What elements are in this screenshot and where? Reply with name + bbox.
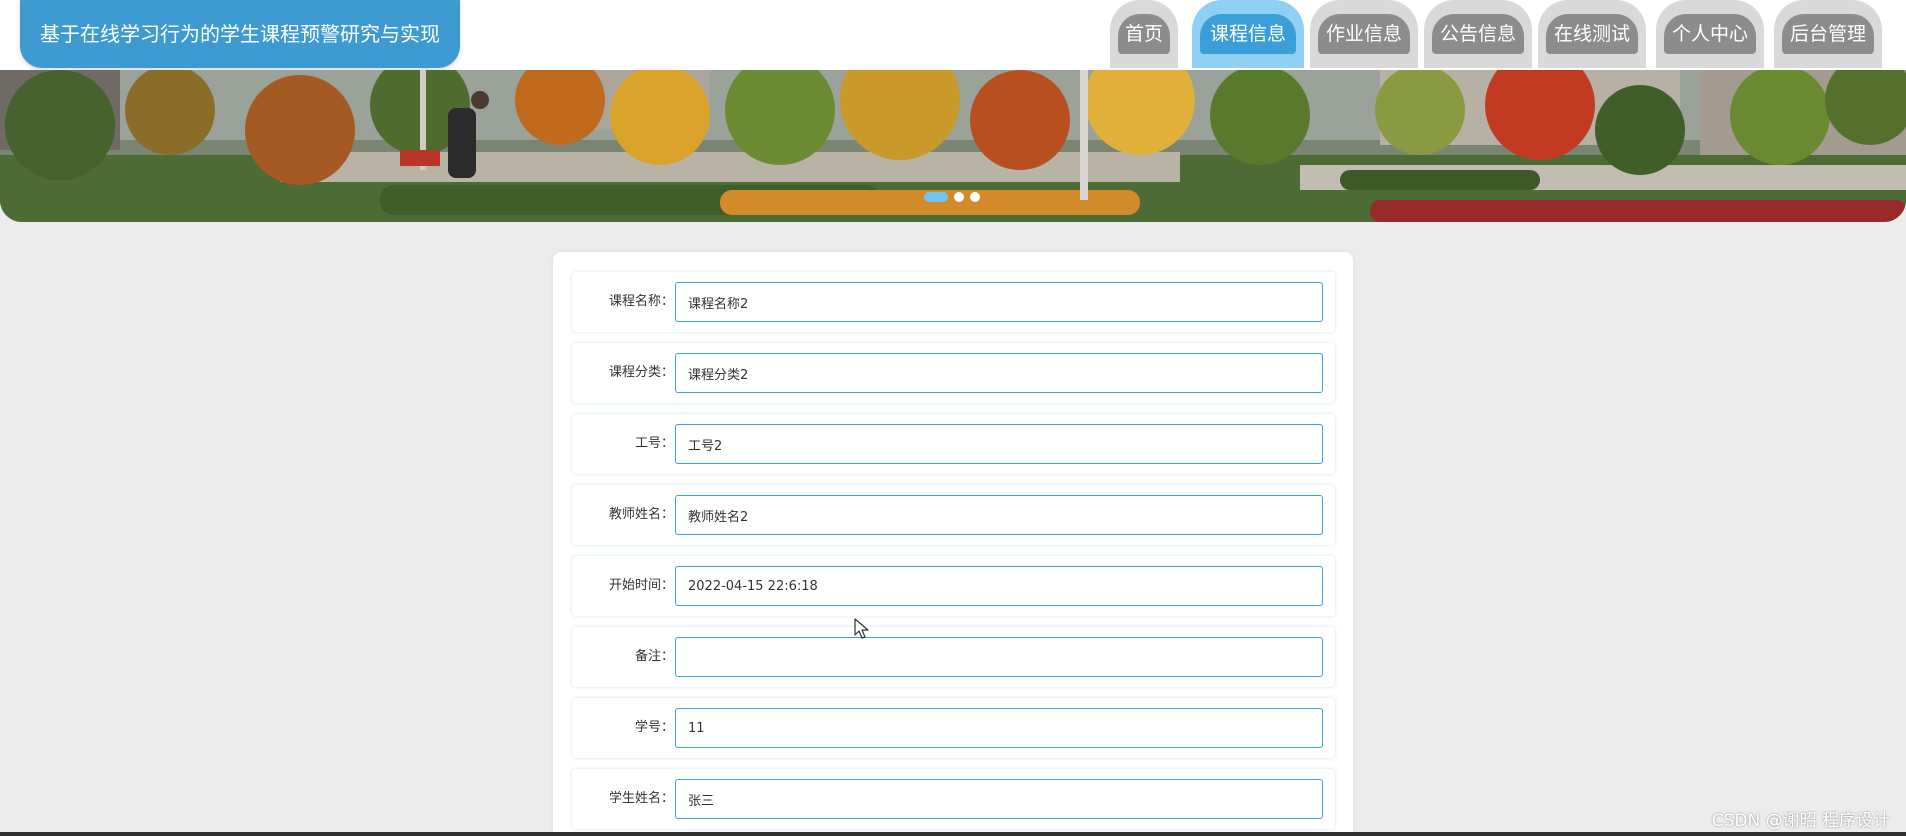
nav-tab-label: 在线测试 xyxy=(1546,14,1638,54)
form-row-course-category: 课程分类： xyxy=(572,343,1335,403)
nav-tab-label: 公告信息 xyxy=(1432,14,1524,54)
form-row-remarks: 备注： xyxy=(572,627,1335,687)
course-category-label: 课程分类： xyxy=(608,365,674,380)
teacher-name-input[interactable] xyxy=(675,495,1323,535)
nav-tab-admin[interactable]: 后台管理 xyxy=(1774,0,1882,68)
page: 基于在线学习行为的学生课程预警研究与实现 首页 课程信息 作业信息 公告信息 在… xyxy=(0,0,1906,836)
nav-tab-personal-center[interactable]: 个人中心 xyxy=(1656,0,1764,68)
form-row-staff-id: 工号： xyxy=(572,414,1335,474)
course-name-input[interactable] xyxy=(675,282,1323,322)
top-header: 基于在线学习行为的学生课程预警研究与实现 首页 课程信息 作业信息 公告信息 在… xyxy=(0,0,1906,70)
form-row-student-id: 学号： xyxy=(572,698,1335,758)
site-title: 基于在线学习行为的学生课程预警研究与实现 xyxy=(20,0,460,68)
nav-tab-home[interactable]: 首页 xyxy=(1110,0,1178,68)
nav-tab-homework-info[interactable]: 作业信息 xyxy=(1310,0,1418,68)
mouse-cursor-icon xyxy=(854,618,869,639)
form-row-start-time: 开始时间： xyxy=(572,556,1335,616)
carousel-dot-2[interactable] xyxy=(954,192,964,202)
nav-tab-online-test[interactable]: 在线测试 xyxy=(1538,0,1646,68)
remarks-label: 备注： xyxy=(634,649,674,664)
form-row-course-name: 课程名称： xyxy=(572,272,1335,332)
form-row-teacher-name: 教师姓名： xyxy=(572,485,1335,545)
student-name-input[interactable] xyxy=(675,779,1323,819)
student-id-label: 学号： xyxy=(634,720,674,735)
course-category-input[interactable] xyxy=(675,353,1323,393)
course-detail-form: 课程名称： 课程分类： 工号： 教师姓名： 开始时间： 备注： 学号： 学生姓 xyxy=(553,252,1353,836)
teacher-name-label: 教师姓名： xyxy=(608,507,674,522)
form-row-student-name: 学生姓名： xyxy=(572,769,1335,829)
start-time-label: 开始时间： xyxy=(608,578,674,593)
bottom-edge xyxy=(0,832,1906,836)
nav-tab-course-info[interactable]: 课程信息 xyxy=(1192,0,1304,68)
nav-tab-announcement-info[interactable]: 公告信息 xyxy=(1424,0,1532,68)
banner-carousel[interactable] xyxy=(0,70,1906,222)
student-id-input[interactable] xyxy=(675,708,1323,748)
nav-tab-label: 后台管理 xyxy=(1782,14,1874,54)
nav-tab-label: 个人中心 xyxy=(1664,14,1756,54)
staff-id-input[interactable] xyxy=(675,424,1323,464)
carousel-dot-3[interactable] xyxy=(970,192,980,202)
banner-image xyxy=(0,70,1906,222)
student-name-label: 学生姓名： xyxy=(608,791,674,806)
nav-tab-label: 课程信息 xyxy=(1200,14,1296,54)
course-name-label: 课程名称： xyxy=(608,294,674,309)
staff-id-label: 工号： xyxy=(634,436,674,451)
watermark-text: CSDN @谢昭 程序设计 xyxy=(1711,811,1890,831)
remarks-input[interactable] xyxy=(675,637,1323,677)
nav-tab-label: 作业信息 xyxy=(1318,14,1410,54)
carousel-dot-1[interactable] xyxy=(924,192,948,202)
start-time-input[interactable] xyxy=(675,566,1323,606)
nav-tab-label: 首页 xyxy=(1118,14,1170,54)
